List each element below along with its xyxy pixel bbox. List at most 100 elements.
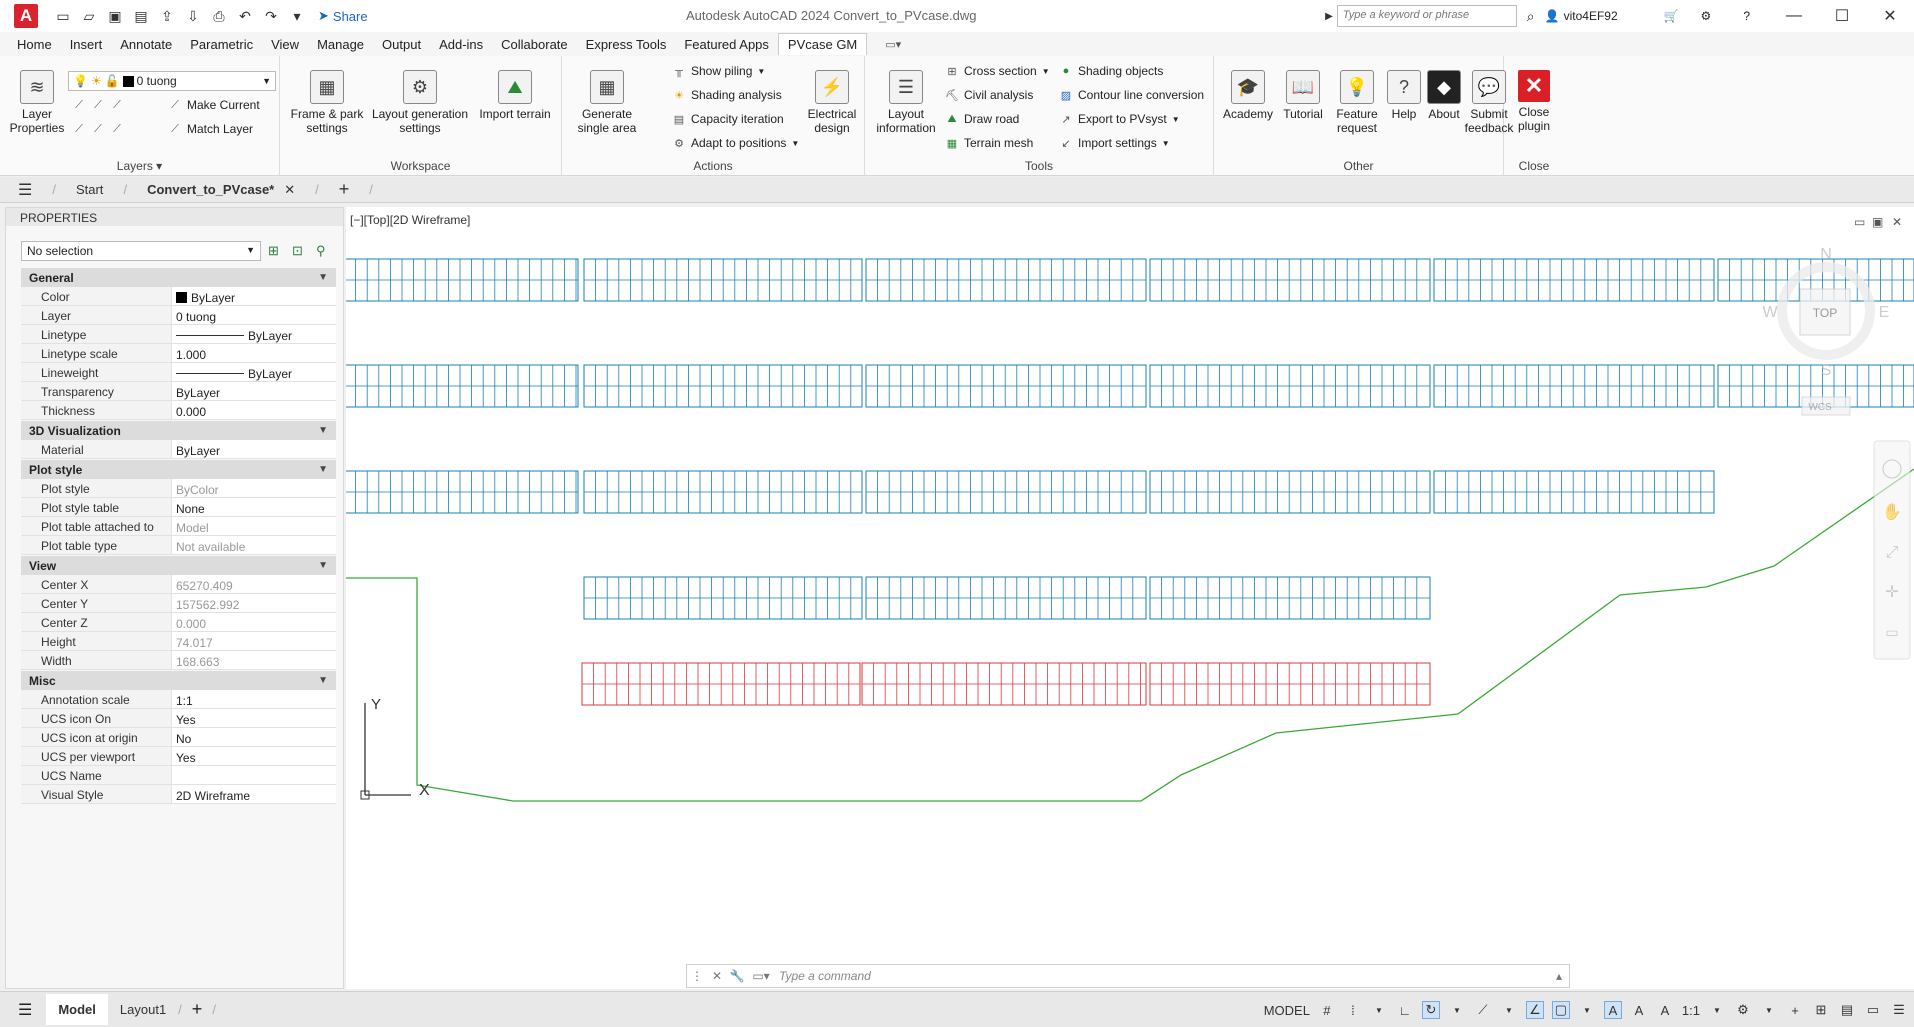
property-row[interactable]: Plot style table None (21, 498, 336, 517)
isodraft-icon[interactable]: ⟋ (1474, 1001, 1492, 1019)
drawing-canvas[interactable]: TOP N S W E WCS ✋ ⤢ ✛ ▭ Y X (346, 207, 1914, 989)
model-space-button[interactable]: MODEL (1264, 1003, 1310, 1018)
tutorial-button[interactable]: 📖 Tutorial (1276, 70, 1330, 121)
user-icon[interactable]: 👤 (1545, 9, 1560, 23)
import-settings-button[interactable]: ↙ Import settings ▼ (1059, 136, 1169, 150)
annotation-monitor-icon[interactable]: + (1786, 1001, 1804, 1019)
layout-generation-settings-button[interactable]: ⚙ Layout generation settings (370, 70, 470, 135)
property-row[interactable]: Linetype scale 1.000 (21, 344, 336, 363)
category-misc[interactable]: Misc ▼ (21, 671, 336, 690)
layer-combo[interactable]: 💡 ☀ 🔓 0 tuong ▼ (68, 71, 276, 91)
tab-add-ins[interactable]: Add-ins (430, 34, 492, 55)
cart-icon[interactable]: 🛒 (1664, 9, 1679, 23)
tab-insert[interactable]: Insert (61, 34, 112, 55)
pv-table[interactable] (346, 364, 579, 408)
category-general[interactable]: General ▼ (21, 268, 336, 287)
property-row[interactable]: Annotation scale 1:1 (21, 690, 336, 709)
pv-table-red[interactable] (861, 662, 1147, 706)
adapt-to-positions-button[interactable]: ⚙ Adapt to positions ▼ (672, 136, 799, 150)
layer-properties-button[interactable]: ≋ Layer Properties (8, 70, 66, 135)
drawing-viewport[interactable]: TOP N S W E WCS ✋ ⤢ ✛ ▭ Y X [−][Top][2D … (346, 207, 1914, 989)
viewcube[interactable]: TOP N S W E WCS (1762, 246, 1889, 416)
import-terrain-button[interactable]: ⛰ Import terrain (470, 70, 560, 121)
property-row[interactable]: Lineweight ByLayer (21, 363, 336, 382)
pv-table[interactable] (1149, 576, 1431, 620)
new-tab-icon[interactable]: + (329, 179, 360, 200)
property-row[interactable]: UCS icon On Yes (21, 709, 336, 728)
close-cmd-icon[interactable]: ✕ (707, 969, 727, 983)
frame-park-settings-button[interactable]: ▦ Frame & park settings (284, 70, 370, 135)
viewport-controls-label[interactable]: [−][Top][2D Wireframe] (350, 213, 470, 227)
tab-layout1[interactable]: Layout1 (108, 1002, 178, 1017)
annotation-scale-icon[interactable]: A (1656, 1001, 1674, 1019)
pv-table[interactable] (865, 470, 1147, 514)
undo-icon[interactable]: ↶ (234, 5, 256, 27)
pv-table[interactable] (1433, 364, 1715, 408)
grid-icon[interactable]: # (1318, 1001, 1336, 1019)
pv-table[interactable] (865, 258, 1147, 302)
pv-table[interactable] (583, 576, 863, 620)
pv-table[interactable] (865, 576, 1147, 620)
tab-manage[interactable]: Manage (308, 34, 373, 55)
about-button[interactable]: ◆ About (1424, 70, 1464, 121)
command-line[interactable]: ⋮ ✕ 🔧 ▭▾ Type a command ▴ (686, 964, 1570, 988)
capacity-iteration-button[interactable]: ▤ Capacity iteration (672, 112, 784, 126)
save-web-icon[interactable]: ⇩ (182, 5, 204, 27)
property-row[interactable]: Width 168.663 (21, 651, 336, 670)
pv-table[interactable] (1149, 258, 1431, 302)
property-row[interactable]: Height 74.017 (21, 632, 336, 651)
show-piling-button[interactable]: ╥ Show piling ▼ (672, 64, 765, 78)
pv-table[interactable] (1433, 258, 1715, 302)
navigation-bar[interactable]: ✋ ⤢ ✛ ▭ (1873, 440, 1911, 660)
chevron-down-icon[interactable]: ▼ (1370, 1001, 1388, 1019)
property-row[interactable]: Thickness 0.000 (21, 401, 336, 420)
layer-off-icon[interactable]: ⟋ (91, 98, 105, 112)
new-file-icon[interactable]: ▭ (52, 5, 74, 27)
property-row[interactable]: Center Z 0.000 (21, 613, 336, 632)
chevron-down-icon[interactable]: ▼ (1760, 1001, 1778, 1019)
tab-annotate[interactable]: Annotate (111, 34, 181, 55)
category-3d-visualization[interactable]: 3D Visualization ▼ (21, 421, 336, 440)
tab-pvcase-gm[interactable]: PVcase GM (777, 33, 868, 55)
property-row[interactable]: UCS Name (21, 766, 336, 785)
property-row[interactable]: UCS icon at origin No (21, 728, 336, 747)
customization-icon[interactable]: ☰ (1890, 1001, 1908, 1019)
layer-walk-icon[interactable]: ⟋ (72, 122, 86, 136)
shading-analysis-button[interactable]: ☀ Shading analysis (672, 88, 782, 102)
object-snap-tracking-icon[interactable]: ∠ (1525, 1001, 1544, 1019)
academy-button[interactable]: 🎓 Academy (1218, 70, 1278, 121)
ribbon-toggle-icon[interactable]: ▭▾ (885, 38, 901, 51)
tab-view[interactable]: View (262, 34, 308, 55)
layers-panel-title[interactable]: Layers ▾ (0, 159, 279, 173)
auto-scale-icon[interactable]: A (1630, 1001, 1648, 1019)
pv-table[interactable] (583, 364, 863, 408)
tab-start[interactable]: Start (66, 182, 113, 197)
add-layout-icon[interactable]: + (182, 999, 213, 1020)
close-plugin-button[interactable]: ✕ Close plugin (1510, 70, 1558, 133)
recent-commands-icon[interactable]: ▭▾ (747, 969, 775, 983)
toggle-pickadd-icon[interactable]: ⊞ (268, 243, 284, 259)
annotation-visibility-icon[interactable]: A (1603, 1001, 1622, 1019)
property-row[interactable]: Visual Style 2D Wireframe (21, 785, 336, 804)
layer-freeze-icon[interactable]: ⟋ (110, 98, 124, 112)
property-row[interactable]: Plot table attached to Model (21, 517, 336, 536)
electrical-design-button[interactable]: ⚡ Electrical design (802, 70, 862, 135)
customize-qat-icon[interactable]: ▾ (286, 5, 308, 27)
tab-parametric[interactable]: Parametric (181, 34, 262, 55)
layer-unlock-icon[interactable]: ⟋ (110, 122, 124, 136)
chevron-down-icon[interactable]: ▼ (1578, 1001, 1596, 1019)
pv-table[interactable] (865, 364, 1147, 408)
close-window-button[interactable]: ✕ (1866, 0, 1914, 32)
tab-collaborate[interactable]: Collaborate (492, 34, 577, 55)
property-row[interactable]: Plot style ByColor (21, 479, 336, 498)
close-tab-icon[interactable]: ✕ (284, 182, 295, 198)
minimize-button[interactable]: — (1770, 0, 1818, 32)
layer-isolate-icon[interactable]: ⟋ (72, 98, 86, 112)
ortho-icon[interactable]: ∟ (1396, 1001, 1414, 1019)
shading-objects-button[interactable]: ● Shading objects (1059, 64, 1164, 78)
layout-menu-icon[interactable]: ☰ (0, 1000, 46, 1020)
pv-table[interactable] (583, 470, 863, 514)
tab-home[interactable]: Home (8, 34, 61, 55)
pv-table-red[interactable] (581, 662, 861, 706)
clean-screen-icon[interactable]: ▭ (1864, 1001, 1882, 1019)
